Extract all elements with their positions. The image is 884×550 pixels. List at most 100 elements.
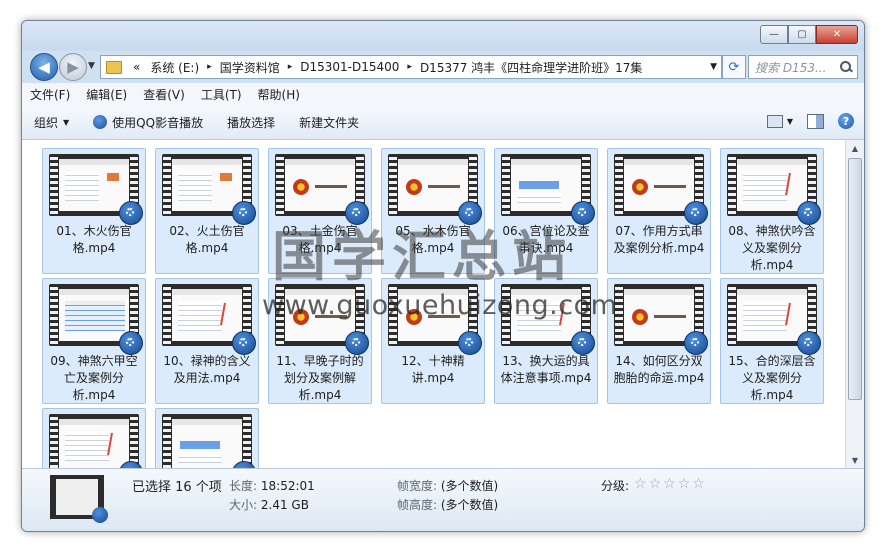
file-name: 03、土金伤官格.mp4: [282, 224, 358, 255]
details-pane: 已选择 16 个项 长度: 18:52:01 大小: 2.41 GB 帧宽度: …: [22, 468, 864, 531]
close-button[interactable]: ✕: [816, 25, 858, 44]
star-icon[interactable]: ☆: [649, 477, 662, 491]
back-button[interactable]: ◀: [30, 53, 58, 81]
qq-player-icon: [797, 331, 821, 355]
preview-pane-icon[interactable]: [807, 113, 824, 129]
play-selection-button[interactable]: 播放选择: [215, 114, 287, 131]
address-bar[interactable]: « 系统 (E:) ▸ 国学资料馆 ▸ D15301-D15400 ▸ D153…: [100, 55, 722, 79]
qq-player-icon: [232, 201, 256, 225]
menu-tools[interactable]: 工具(T): [193, 86, 250, 103]
menu-bar: 文件(F) 编辑(E) 查看(V) 工具(T) 帮助(H): [22, 83, 864, 106]
frame-height-field: 帧高度: (多个数值): [397, 496, 498, 513]
address-dropdown-icon[interactable]: ▼: [710, 62, 717, 72]
file-tile[interactable]: 08、神煞伏吟含义及案例分析.mp4: [720, 148, 824, 274]
play-qq-button[interactable]: 使用QQ影音播放: [81, 114, 215, 131]
organize-button[interactable]: 组织 ▼: [22, 114, 81, 131]
rating-label: 分级:: [601, 479, 630, 493]
qq-player-icon: [458, 201, 482, 225]
menu-edit[interactable]: 编辑(E): [78, 86, 135, 103]
size-label: 大小:: [229, 498, 258, 512]
scroll-down-icon[interactable]: ▼: [846, 452, 864, 468]
breadcrumb-separator-icon[interactable]: ▸: [404, 62, 415, 72]
file-list: 01、木火伤官格.mp4 02、火土伤官格.mp4 03、土金伤官格.mp4 05、水…: [22, 140, 846, 468]
frame-height-label: 帧高度:: [397, 498, 438, 512]
change-view-icon[interactable]: [766, 114, 783, 128]
video-thumbnail: [162, 414, 252, 468]
scrollbar-thumb[interactable]: [848, 158, 862, 400]
star-icon[interactable]: ☆: [678, 477, 691, 491]
qq-player-icon: [345, 201, 369, 225]
organize-label: 组织: [34, 115, 59, 130]
qq-player-icon: [232, 331, 256, 355]
view-options-dropdown-icon[interactable]: ▼: [787, 117, 793, 126]
file-tile[interactable]: 01、木火伤官格.mp4: [42, 148, 146, 274]
file-tile[interactable]: 06、宫位论及查事诀.mp4: [494, 148, 598, 274]
file-tile[interactable]: [42, 408, 146, 468]
scroll-up-icon[interactable]: ▲: [846, 140, 864, 156]
play-selection-label: 播放选择: [227, 115, 276, 130]
frame-width-field: 帧宽度: (多个数值): [397, 477, 498, 494]
new-folder-label: 新建文件夹: [299, 115, 360, 130]
command-bar: 组织 ▼ 使用QQ影音播放 播放选择 新建文件夹 ▼ ?: [22, 105, 864, 140]
file-name: 02、火土伤官格.mp4: [169, 224, 245, 255]
explorer-window: — ▢ ✕ ◀ ▶ ▼ « 系统 (E:) ▸ 国学资料馆 ▸ D15301-D…: [21, 20, 865, 532]
star-icon[interactable]: ☆: [692, 477, 705, 491]
file-name: 14、如何区分双胞胎的命运.mp4: [613, 354, 705, 385]
breadcrumb-current[interactable]: D15377 鸿丰《四柱命理学进阶班》17集: [415, 59, 648, 76]
qq-player-icon: [797, 201, 821, 225]
minimize-button[interactable]: —: [760, 25, 788, 44]
menu-help[interactable]: 帮助(H): [250, 86, 308, 103]
file-name: 10、禄神的含义及用法.mp4: [163, 354, 251, 385]
file-tile[interactable]: 15、合的深层含义及案例分析.mp4: [720, 278, 824, 404]
breadcrumb-separator-icon[interactable]: ▸: [285, 62, 296, 72]
file-grid: 01、木火伤官格.mp4 02、火土伤官格.mp4 03、土金伤官格.mp4 05、水…: [42, 148, 833, 468]
star-icon[interactable]: ☆: [663, 477, 676, 491]
folder-icon: [106, 60, 122, 74]
file-name: 11、早晚子时的划分及案例解析.mp4: [276, 354, 364, 402]
file-tile[interactable]: 11、早晚子时的划分及案例解析.mp4: [268, 278, 372, 404]
frame-width-label: 帧宽度:: [397, 479, 438, 493]
file-name: 08、神煞伏吟含义及案例分析.mp4: [728, 224, 816, 272]
breadcrumb-separator-icon[interactable]: ▸: [204, 62, 215, 72]
file-tile[interactable]: 05、水木伤官格.mp4: [381, 148, 485, 274]
recent-pages-dropdown-icon[interactable]: ▼: [88, 61, 95, 71]
star-icon[interactable]: ☆: [634, 477, 647, 491]
breadcrumb-overflow[interactable]: «: [128, 60, 145, 74]
file-name: 06、宫位论及查事诀.mp4: [502, 224, 590, 255]
length-field: 长度: 18:52:01: [229, 477, 315, 494]
forward-button[interactable]: ▶: [59, 53, 87, 81]
breadcrumb-range[interactable]: D15301-D15400: [295, 60, 404, 74]
new-folder-button[interactable]: 新建文件夹: [287, 114, 371, 131]
selection-count: 已选择 16 个项: [132, 480, 222, 495]
breadcrumb-drive[interactable]: 系统 (E:): [145, 59, 204, 76]
search-input[interactable]: 搜索 D153...: [749, 59, 840, 76]
video-thumbnail: [49, 414, 139, 468]
frame-height-value: (多个数值): [440, 498, 499, 512]
file-name: 15、合的深层含义及案例分析.mp4: [728, 354, 816, 402]
file-tile[interactable]: 13、换大运的具体注意事项.mp4: [494, 278, 598, 404]
title-bar: — ▢ ✕: [22, 21, 864, 51]
qq-player-icon: [93, 115, 108, 129]
maximize-button[interactable]: ▢: [788, 25, 816, 44]
breadcrumb-folder[interactable]: 国学资料馆: [215, 59, 285, 76]
selection-thumbnail: [50, 475, 108, 523]
search-icon[interactable]: [840, 61, 852, 73]
menu-file[interactable]: 文件(F): [22, 86, 78, 103]
file-tile[interactable]: 03、土金伤官格.mp4: [268, 148, 372, 274]
refresh-icon[interactable]: ⟳: [722, 55, 746, 79]
file-name: 12、十神精讲.mp4: [401, 354, 465, 385]
file-tile[interactable]: 07、作用方式串及案例分析.mp4: [607, 148, 711, 274]
file-tile[interactable]: [155, 408, 259, 468]
file-tile[interactable]: 02、火土伤官格.mp4: [155, 148, 259, 274]
vertical-scrollbar[interactable]: ▲ ▼: [845, 140, 864, 468]
search-box[interactable]: 搜索 D153...: [748, 55, 858, 79]
rating-stars[interactable]: ☆ ☆ ☆ ☆ ☆: [634, 477, 707, 491]
size-value: 2.41 GB: [260, 498, 309, 512]
file-tile[interactable]: 10、禄神的含义及用法.mp4: [155, 278, 259, 404]
menu-view[interactable]: 查看(V): [135, 86, 193, 103]
help-icon[interactable]: ?: [838, 113, 854, 129]
file-tile[interactable]: 09、神煞六甲空亡及案例分析.mp4: [42, 278, 146, 404]
file-tile[interactable]: 12、十神精讲.mp4: [381, 278, 485, 404]
file-tile[interactable]: 14、如何区分双胞胎的命运.mp4: [607, 278, 711, 404]
qq-player-icon: [345, 331, 369, 355]
